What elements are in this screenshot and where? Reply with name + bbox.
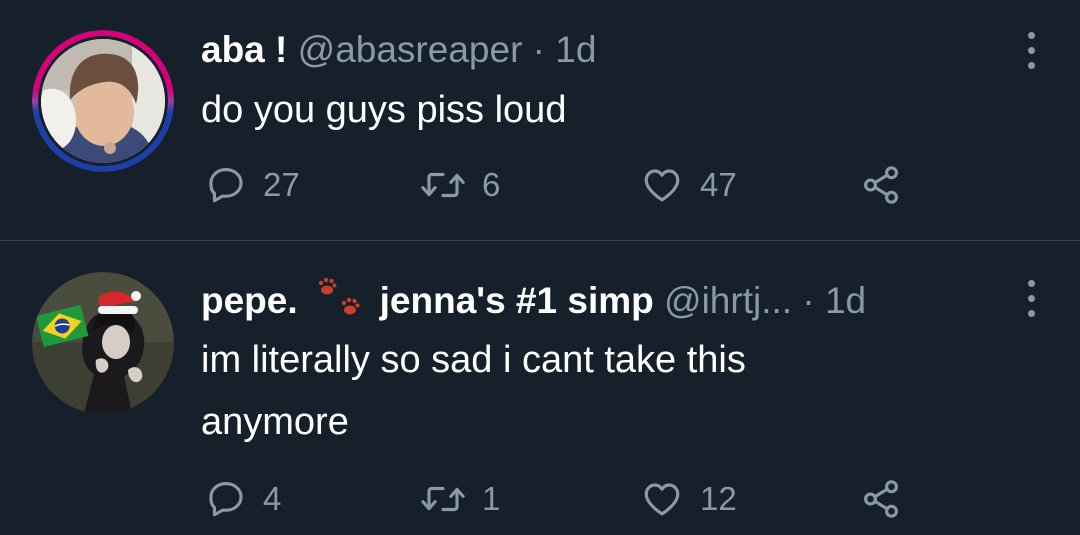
timestamp[interactable]: 1d <box>825 280 866 321</box>
tweet-header: pepe. jenna's #1 simp @ihrtj... · 1d <box>201 277 866 328</box>
reply-count: 4 <box>263 480 282 517</box>
avatar[interactable] <box>32 272 174 414</box>
retweet-count: 1 <box>482 480 501 517</box>
separator: · <box>802 279 815 321</box>
reply-button[interactable]: 4 <box>205 478 281 520</box>
like-icon <box>644 483 680 516</box>
display-name-suffix[interactable]: jenna's #1 simp <box>380 280 654 321</box>
like-button[interactable]: 12 <box>640 478 737 520</box>
avatar-image <box>32 272 174 414</box>
like-count: 12 <box>700 480 737 517</box>
more-options-icon[interactable] <box>1026 280 1038 325</box>
share-icon <box>864 480 898 518</box>
tweet-text: im literally so sad i cant take this any… <box>201 339 746 443</box>
paw-prints-icon <box>312 274 368 324</box>
tweet[interactable]: pepe. jenna's #1 simp @ihrtj... · 1d im … <box>0 0 1080 535</box>
retweet-button[interactable]: 1 <box>420 478 500 520</box>
retweet-icon <box>421 486 465 512</box>
share-button[interactable] <box>860 478 902 520</box>
tweet-feed: aba ! @abasreaper · 1d do you guys piss … <box>0 0 1080 535</box>
display-name[interactable]: pepe. <box>201 280 298 321</box>
reply-icon <box>209 482 243 517</box>
handle[interactable]: @ihrtj... <box>664 280 792 321</box>
